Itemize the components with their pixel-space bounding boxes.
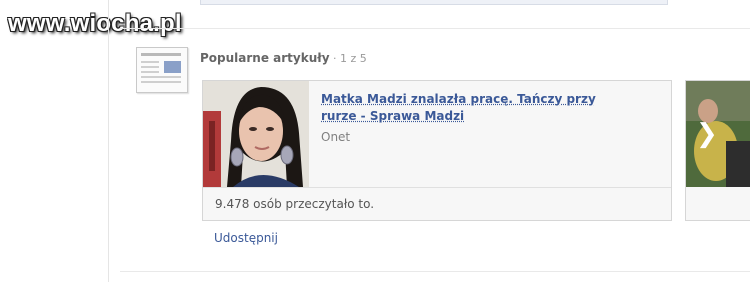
article-title-link[interactable]: Matka Madzi znalazła pracę. Tańczy przy …	[321, 91, 631, 125]
chevron-right-icon[interactable]: ❯	[696, 119, 718, 149]
share-link[interactable]: Udostępnij	[214, 231, 278, 245]
read-count: 9.478 osób przeczytało to.	[215, 197, 375, 211]
newspaper-icon	[136, 47, 188, 93]
previous-story-edge	[200, 0, 668, 5]
next-article-card[interactable]: ❯	[685, 80, 750, 221]
pager-count: · 1 z 5	[329, 52, 367, 65]
column-divider	[108, 0, 109, 282]
article-card[interactable]: Matka Madzi znalazła pracę. Tańczy przy …	[202, 80, 672, 221]
article-thumbnail[interactable]	[203, 81, 309, 187]
story-heading: Popularne artykuły · 1 z 5	[200, 51, 367, 65]
section-title: Popularne artykuły	[200, 51, 330, 65]
article-source: Onet	[321, 130, 351, 144]
card-divider	[203, 187, 671, 188]
